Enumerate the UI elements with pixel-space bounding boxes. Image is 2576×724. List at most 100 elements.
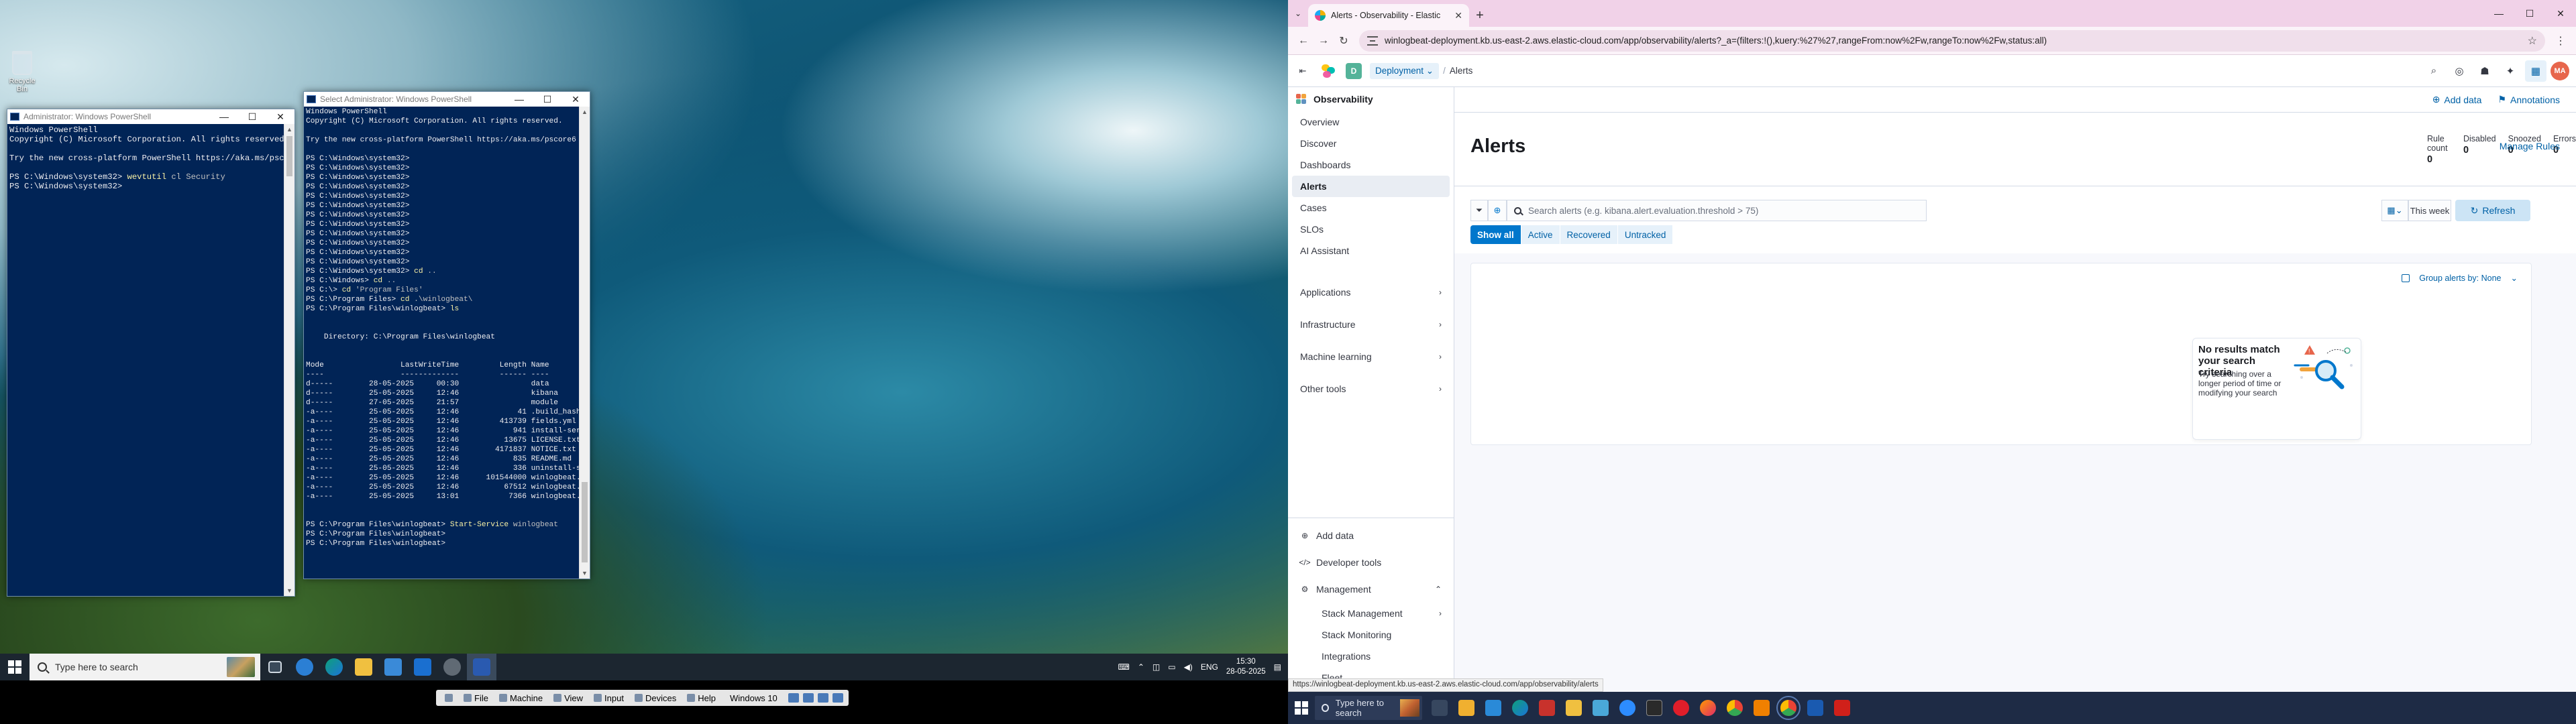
chrome-active-icon[interactable] [1775,692,1802,724]
start-button[interactable] [0,654,30,680]
app-icon-red[interactable] [1534,692,1560,724]
address-bar[interactable]: winlogbeat-deployment.kb.us-east-2.aws.e… [1359,29,2545,52]
vlc-icon[interactable] [1748,692,1775,724]
task-view-icon[interactable] [260,654,290,680]
assistant-icon[interactable]: ✦ [2500,60,2521,82]
minimize-button[interactable]: — [505,94,533,105]
add-filter-button[interactable]: ⊕ [1488,200,1507,221]
taskbar-search[interactable]: Type here to search [1315,696,1422,720]
scroll-down-icon[interactable]: ▼ [580,568,590,579]
maximize-button[interactable]: ☐ [2514,8,2545,19]
firefox-icon[interactable] [1695,692,1721,724]
vbox-menu-file[interactable]: File [460,693,492,703]
edge-icon[interactable] [319,654,349,680]
virtualbox-icon[interactable] [1802,692,1829,724]
elastic-logo-icon[interactable] [1320,63,1336,79]
battery-icon[interactable]: ▭ [1168,662,1175,672]
minimize-button[interactable]: — [210,111,238,123]
site-info-icon[interactable] [1367,36,1378,46]
window-titlebar[interactable]: Administrator: Windows PowerShell — ☐ ✕ [7,109,294,124]
minimize-button[interactable]: — [2483,8,2514,19]
chrome-icon[interactable] [1721,692,1748,724]
vbox-menu-help[interactable]: Help [684,693,719,703]
sidebar-item-overview[interactable]: Overview [1292,111,1450,133]
powershell-taskbar-icon[interactable] [467,654,496,680]
chevron-up-icon[interactable]: ⌃ [1138,662,1144,672]
close-button[interactable]: ✕ [561,94,590,105]
breadcrumb-deployment[interactable]: Deployment ⌄ [1370,62,1440,79]
store-icon[interactable] [378,654,408,680]
status-active[interactable]: Active [1521,225,1560,244]
sidebar-item-developer-tools[interactable]: </> Developer tools [1292,549,1450,576]
file-explorer-icon[interactable] [1560,692,1587,724]
start-button[interactable] [1288,692,1315,724]
reload-icon[interactable]: ↻ [1334,31,1354,51]
sidebar-item-discover[interactable]: Discover [1292,133,1450,154]
notifications-icon[interactable]: ▤ [1274,662,1281,672]
tab-search-chevron-icon[interactable]: ⌄ [1288,0,1308,27]
mail-icon[interactable] [408,654,437,680]
vbox-menu-devices[interactable]: Devices [631,693,680,703]
vbox-menu-input[interactable]: Input [590,693,627,703]
sidebar-item-alerts[interactable]: Alerts [1292,176,1450,197]
date-range[interactable]: This week [2408,200,2451,221]
stat-disabled[interactable]: Disabled 0 [2463,134,2496,165]
edge-legacy-icon[interactable] [290,654,319,680]
powershell-window-1[interactable]: Administrator: Windows PowerShell — ☐ ✕ … [7,109,295,597]
notes-icon[interactable] [1587,692,1614,724]
deployment-badge[interactable]: D [1346,62,1362,79]
sidebar-item-stack-monitoring[interactable]: Stack Monitoring [1292,624,1450,646]
sidebar-group-infrastructure[interactable]: Infrastructure › [1292,308,1450,341]
vbox-pin-icon[interactable] [441,694,456,702]
sidebar-item-management[interactable]: ⚙ Management ⌃ [1292,576,1450,603]
filter-menu-button[interactable]: ⏷ [1470,200,1488,221]
help-icon[interactable]: ◎ [2449,60,2470,82]
tab-alerts[interactable]: Alerts - Observability - Elastic ✕ [1308,4,1469,27]
add-data-link[interactable]: ⊕ Add data [2432,94,2482,105]
usb-indicator-icon[interactable] [817,693,828,703]
task-view-icon[interactable] [1426,692,1453,724]
chrome-menu-icon[interactable]: ⋮ [2551,31,2571,51]
sidebar-item-slos[interactable]: SLOs [1292,219,1450,240]
bookmark-star-icon[interactable]: ☆ [2528,34,2537,48]
sidebar-item-stack-management[interactable]: Stack Management › [1292,603,1450,624]
sidebar-group-machine-learning[interactable]: Machine learning › [1292,341,1450,373]
news-icon[interactable]: ☗ [2474,60,2496,82]
group-by-control[interactable]: Group alerts by: None ⌄ [2402,273,2518,283]
zoom-icon[interactable] [1614,692,1641,724]
sidebar-group-other-tools[interactable]: Other tools › [1292,373,1450,405]
manage-rules-link[interactable]: Manage Rules [2500,141,2560,152]
scroll-thumb[interactable] [286,136,292,176]
window-titlebar[interactable]: Select Administrator: Windows PowerShell… [304,92,590,107]
console-output[interactable]: Windows PowerShell Copyright (C) Microsof… [304,107,579,579]
network-icon[interactable]: ◫ [1152,662,1160,672]
scrollbar[interactable]: ▲ ▼ [579,107,590,579]
sidebar-item-cases[interactable]: Cases [1292,197,1450,219]
search-icon[interactable]: ⌕ [2423,60,2445,82]
user-avatar[interactable]: MA [2551,61,2569,80]
settings-icon[interactable] [437,654,467,680]
photos-icon[interactable] [1480,692,1507,724]
scroll-down-icon[interactable]: ▼ [284,585,294,596]
acrobat-icon[interactable] [1829,692,1856,724]
refresh-button[interactable]: ↻ Refresh [2455,200,2530,221]
opera-icon[interactable] [1668,692,1695,724]
forward-icon[interactable]: → [1313,31,1334,51]
clock[interactable]: 15:30 28-05-2025 [1226,657,1266,677]
edge-icon[interactable] [1507,692,1534,724]
stat-rule-count[interactable]: Rule count 0 [2427,134,2451,165]
close-button[interactable]: ✕ [266,111,294,123]
scrollbar[interactable]: ▲ ▼ [284,124,294,596]
sidebar-item-dashboards[interactable]: Dashboards [1292,154,1450,176]
fullscreen-icon[interactable] [2402,274,2410,282]
sidebar-item-integrations[interactable]: Integrations [1292,646,1450,667]
back-icon[interactable]: ← [1293,31,1313,51]
collapse-nav-icon[interactable]: ⇤ [1295,63,1311,79]
sidebar-group-applications[interactable]: Applications › [1292,276,1450,308]
sidebar-item-ai-assistant[interactable]: AI Assistant [1292,240,1450,261]
taskbar-search[interactable]: Type here to search [30,654,260,680]
scroll-up-icon[interactable]: ▲ [284,124,294,135]
network-indicator-icon[interactable] [802,693,814,703]
status-show-all[interactable]: Show all [1470,225,1521,244]
maximize-button[interactable]: ☐ [533,94,561,105]
